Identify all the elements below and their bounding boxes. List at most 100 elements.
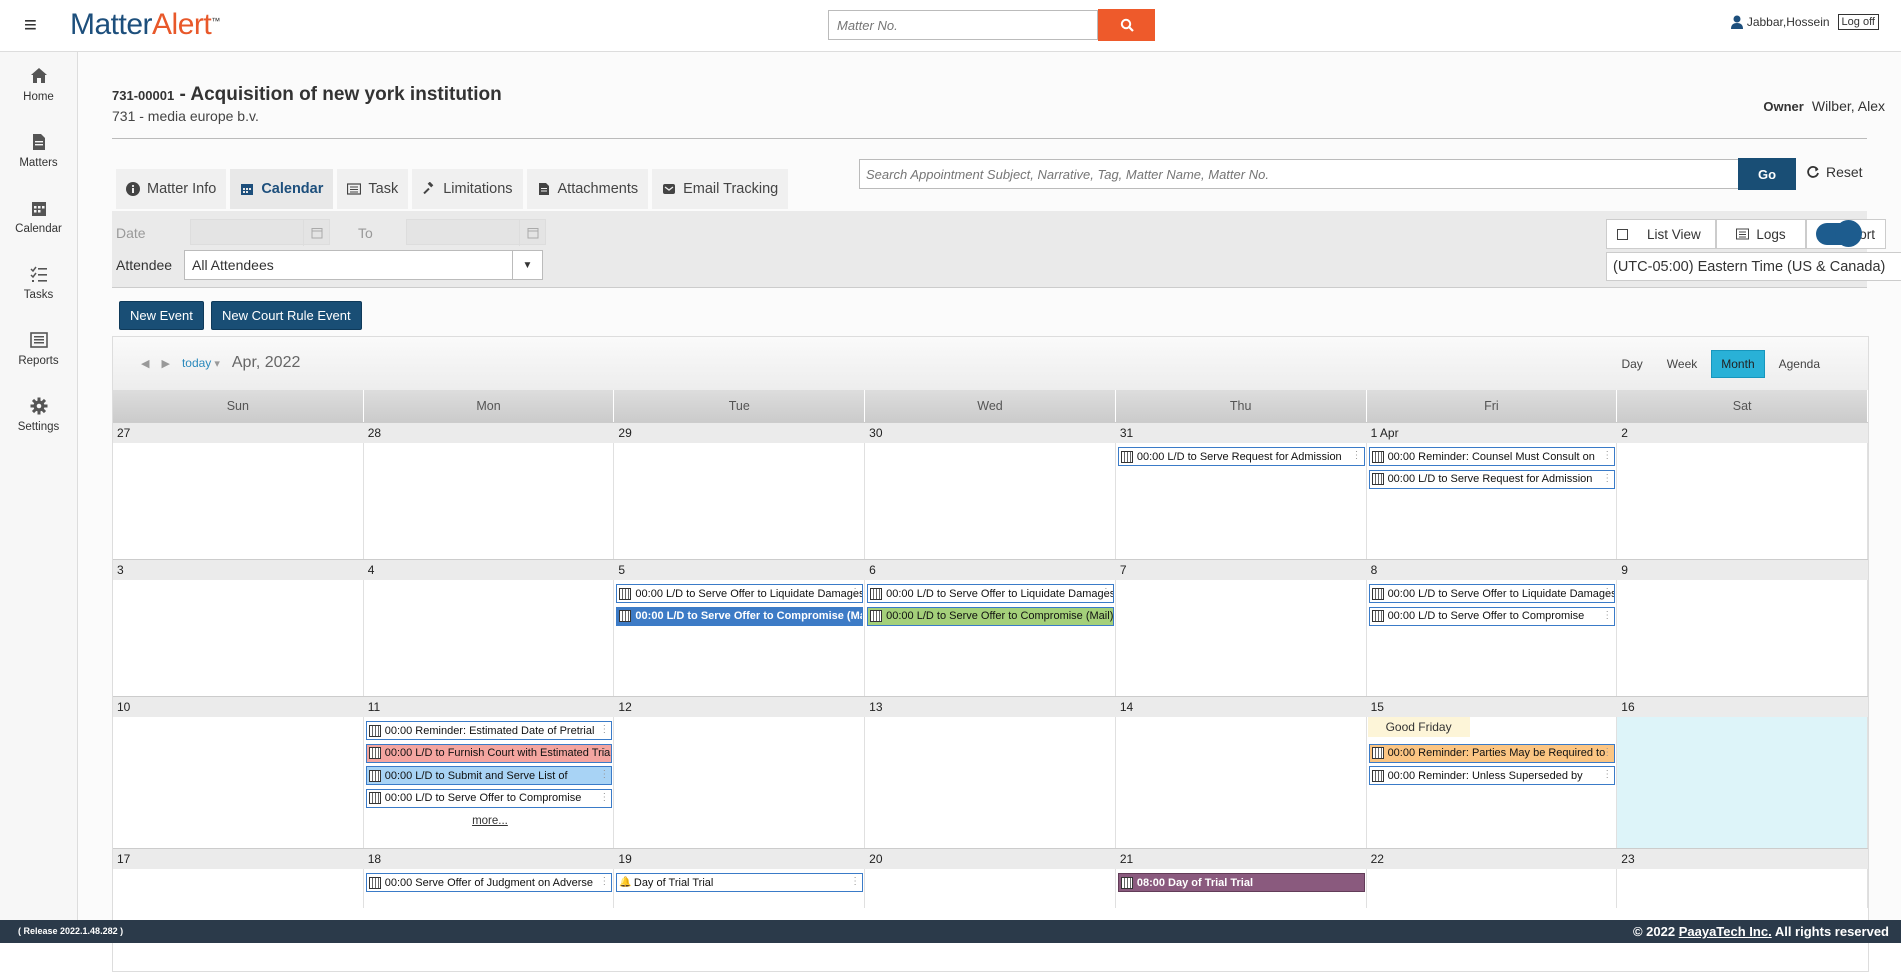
calendar-event[interactable]: 08:00 Day of Trial Trial [1117, 873, 1365, 892]
calendar-event[interactable]: 00:00 L/D to Serve Offer to Liquidate Da… [867, 584, 1114, 603]
day-number[interactable]: 22 [1367, 849, 1618, 869]
tab-attachments[interactable]: Attachments [526, 169, 649, 209]
view-week-button[interactable]: Week [1657, 350, 1707, 378]
day-cell[interactable] [1617, 443, 1868, 559]
day-cell[interactable] [1367, 869, 1618, 908]
resize-handle-icon[interactable]: ⋮ [850, 587, 860, 598]
view-month-button[interactable]: Month [1711, 350, 1765, 378]
tab-matter-info[interactable]: Matter Info [116, 169, 227, 209]
day-number[interactable]: 27 [113, 423, 364, 443]
day-number[interactable]: 9 [1617, 560, 1868, 580]
day-cell[interactable] [113, 869, 364, 908]
attendee-select[interactable]: All Attendees ▼ [184, 250, 543, 280]
tab-task[interactable]: Task [337, 169, 409, 209]
tab-email-tracking[interactable]: Email Tracking [652, 169, 789, 209]
day-cell[interactable] [865, 717, 1116, 848]
user-name[interactable]: Jabbar,Hossein [1747, 15, 1830, 29]
calendar-event[interactable]: 00:00 L/D to Furnish Court with Estimate… [365, 743, 613, 763]
day-cell[interactable] [614, 443, 866, 559]
day-cell[interactable] [865, 443, 1116, 559]
more-events-link[interactable]: more... [472, 815, 508, 827]
date-from-field[interactable] [190, 219, 330, 246]
logo[interactable]: MatterAlert™ [70, 6, 220, 44]
view-agenda-button[interactable]: Agenda [1769, 350, 1830, 378]
day-number[interactable]: 31 [1116, 423, 1367, 443]
calendar-event[interactable]: 00:00 Reminder: Unless Superseded by ⋮ [1368, 766, 1616, 785]
company-link[interactable]: PaayaTech Inc. [1679, 924, 1772, 939]
day-number[interactable]: 7 [1116, 560, 1367, 580]
matter-number-input[interactable] [828, 10, 1098, 40]
calendar-event[interactable]: 🔔 Day of Trial Trial ⋮ [616, 873, 864, 892]
day-number[interactable]: 29 [614, 423, 865, 443]
day-number[interactable]: 11 [364, 697, 615, 717]
day-cell[interactable] [113, 717, 364, 848]
resize-handle-icon[interactable]: ⋮ [1602, 473, 1612, 484]
sidebar-item-calendar[interactable]: Calendar [0, 184, 77, 250]
day-number[interactable]: 1 Apr [1367, 423, 1618, 443]
day-number[interactable]: 13 [865, 697, 1116, 717]
day-number[interactable]: 12 [614, 697, 865, 717]
day-cell[interactable] [364, 443, 615, 559]
day-number[interactable]: 3 [113, 560, 364, 580]
calendar-event[interactable]: 00:00 L/D to Serve Offer to Compromise (… [616, 606, 864, 626]
resize-handle-icon[interactable]: ⋮ [1602, 610, 1612, 621]
resize-handle-icon[interactable]: ⋮ [850, 876, 860, 887]
calendar-event[interactable]: 00:00 Reminder: Parties May be Required … [1368, 743, 1616, 763]
day-number[interactable]: 18 [364, 849, 615, 869]
resize-handle-icon[interactable]: ⋮ [1602, 769, 1612, 780]
resize-handle-icon[interactable]: ⋮ [599, 876, 609, 887]
logs-button[interactable]: Logs [1716, 219, 1806, 249]
day-cell[interactable] [1617, 717, 1868, 848]
resize-handle-icon[interactable]: ⋮ [1602, 450, 1612, 461]
resize-handle-icon[interactable]: ⋮ [1101, 587, 1111, 598]
today-button[interactable]: today ▾ [182, 356, 220, 370]
day-number[interactable]: 2 [1617, 423, 1868, 443]
day-number[interactable]: 28 [364, 423, 615, 443]
go-button[interactable]: Go [1738, 158, 1796, 190]
calendar-picker-icon[interactable] [303, 220, 329, 246]
calendar-event[interactable]: 00:00 Serve Offer of Judgment on Adverse… [365, 873, 613, 892]
resize-handle-icon[interactable]: ⋮ [599, 792, 609, 803]
sidebar-item-settings[interactable]: Settings [0, 382, 77, 448]
sidebar-item-tasks[interactable]: Tasks [0, 250, 77, 316]
day-cell[interactable] [1116, 580, 1367, 696]
calendar-event[interactable]: 00:00 Reminder: Estimated Date of Pretri… [365, 721, 613, 740]
day-cell[interactable] [113, 443, 364, 559]
day-number[interactable]: 6 [865, 560, 1116, 580]
day-cell[interactable] [865, 869, 1116, 908]
view-day-button[interactable]: Day [1611, 350, 1652, 378]
toggle-switch[interactable] [1816, 220, 1862, 247]
hamburger-menu-icon[interactable]: ≡ [24, 12, 37, 38]
new-court-rule-event-button[interactable]: New Court Rule Event [211, 301, 362, 330]
calendar-event[interactable]: 00:00 L/D to Serve Offer to Compromise ⋮ [1368, 606, 1616, 626]
timezone-select[interactable]: (UTC-05:00) Eastern Time (US & Canada)▼ [1606, 252, 1901, 281]
day-number[interactable]: 30 [865, 423, 1116, 443]
calendar-event[interactable]: 00:00 L/D to Submit and Serve List of ⋮ [365, 766, 613, 785]
list-view-button[interactable]: List View [1606, 219, 1716, 249]
day-cell[interactable] [113, 580, 364, 696]
day-number[interactable]: 15 [1367, 697, 1618, 717]
new-event-button[interactable]: New Event [119, 301, 204, 330]
reset-button[interactable]: Reset [1806, 164, 1863, 180]
day-cell[interactable] [1617, 580, 1868, 696]
day-cell[interactable] [1617, 869, 1868, 908]
calendar-event[interactable]: 00:00 L/D to Serve Offer to Liquidate Da… [1368, 584, 1616, 603]
sidebar-item-matters[interactable]: Matters [0, 118, 77, 184]
calendar-event[interactable]: 00:00 L/D to Serve Offer to Liquidate Da… [616, 584, 864, 603]
resize-handle-icon[interactable]: ⋮ [599, 747, 609, 758]
logoff-button[interactable]: Log off [1837, 14, 1879, 30]
day-number[interactable]: 8 [1367, 560, 1618, 580]
date-to-field[interactable] [406, 219, 546, 246]
day-cell[interactable] [364, 580, 615, 696]
prev-month-icon[interactable]: ◀ [141, 357, 149, 370]
day-cell[interactable] [614, 717, 866, 848]
resize-handle-icon[interactable]: ⋮ [1352, 450, 1362, 461]
sidebar-item-reports[interactable]: Reports [0, 316, 77, 382]
matter-search-button[interactable] [1098, 9, 1155, 41]
resize-handle-icon[interactable]: ⋮ [599, 769, 609, 780]
appointment-search-input[interactable] [859, 159, 1768, 189]
day-number[interactable]: 10 [113, 697, 364, 717]
calendar-event[interactable]: 00:00 Reminder: Counsel Must Consult on ⋮ [1368, 447, 1616, 466]
day-number[interactable]: 23 [1617, 849, 1868, 869]
next-month-icon[interactable]: ▶ [161, 357, 169, 370]
